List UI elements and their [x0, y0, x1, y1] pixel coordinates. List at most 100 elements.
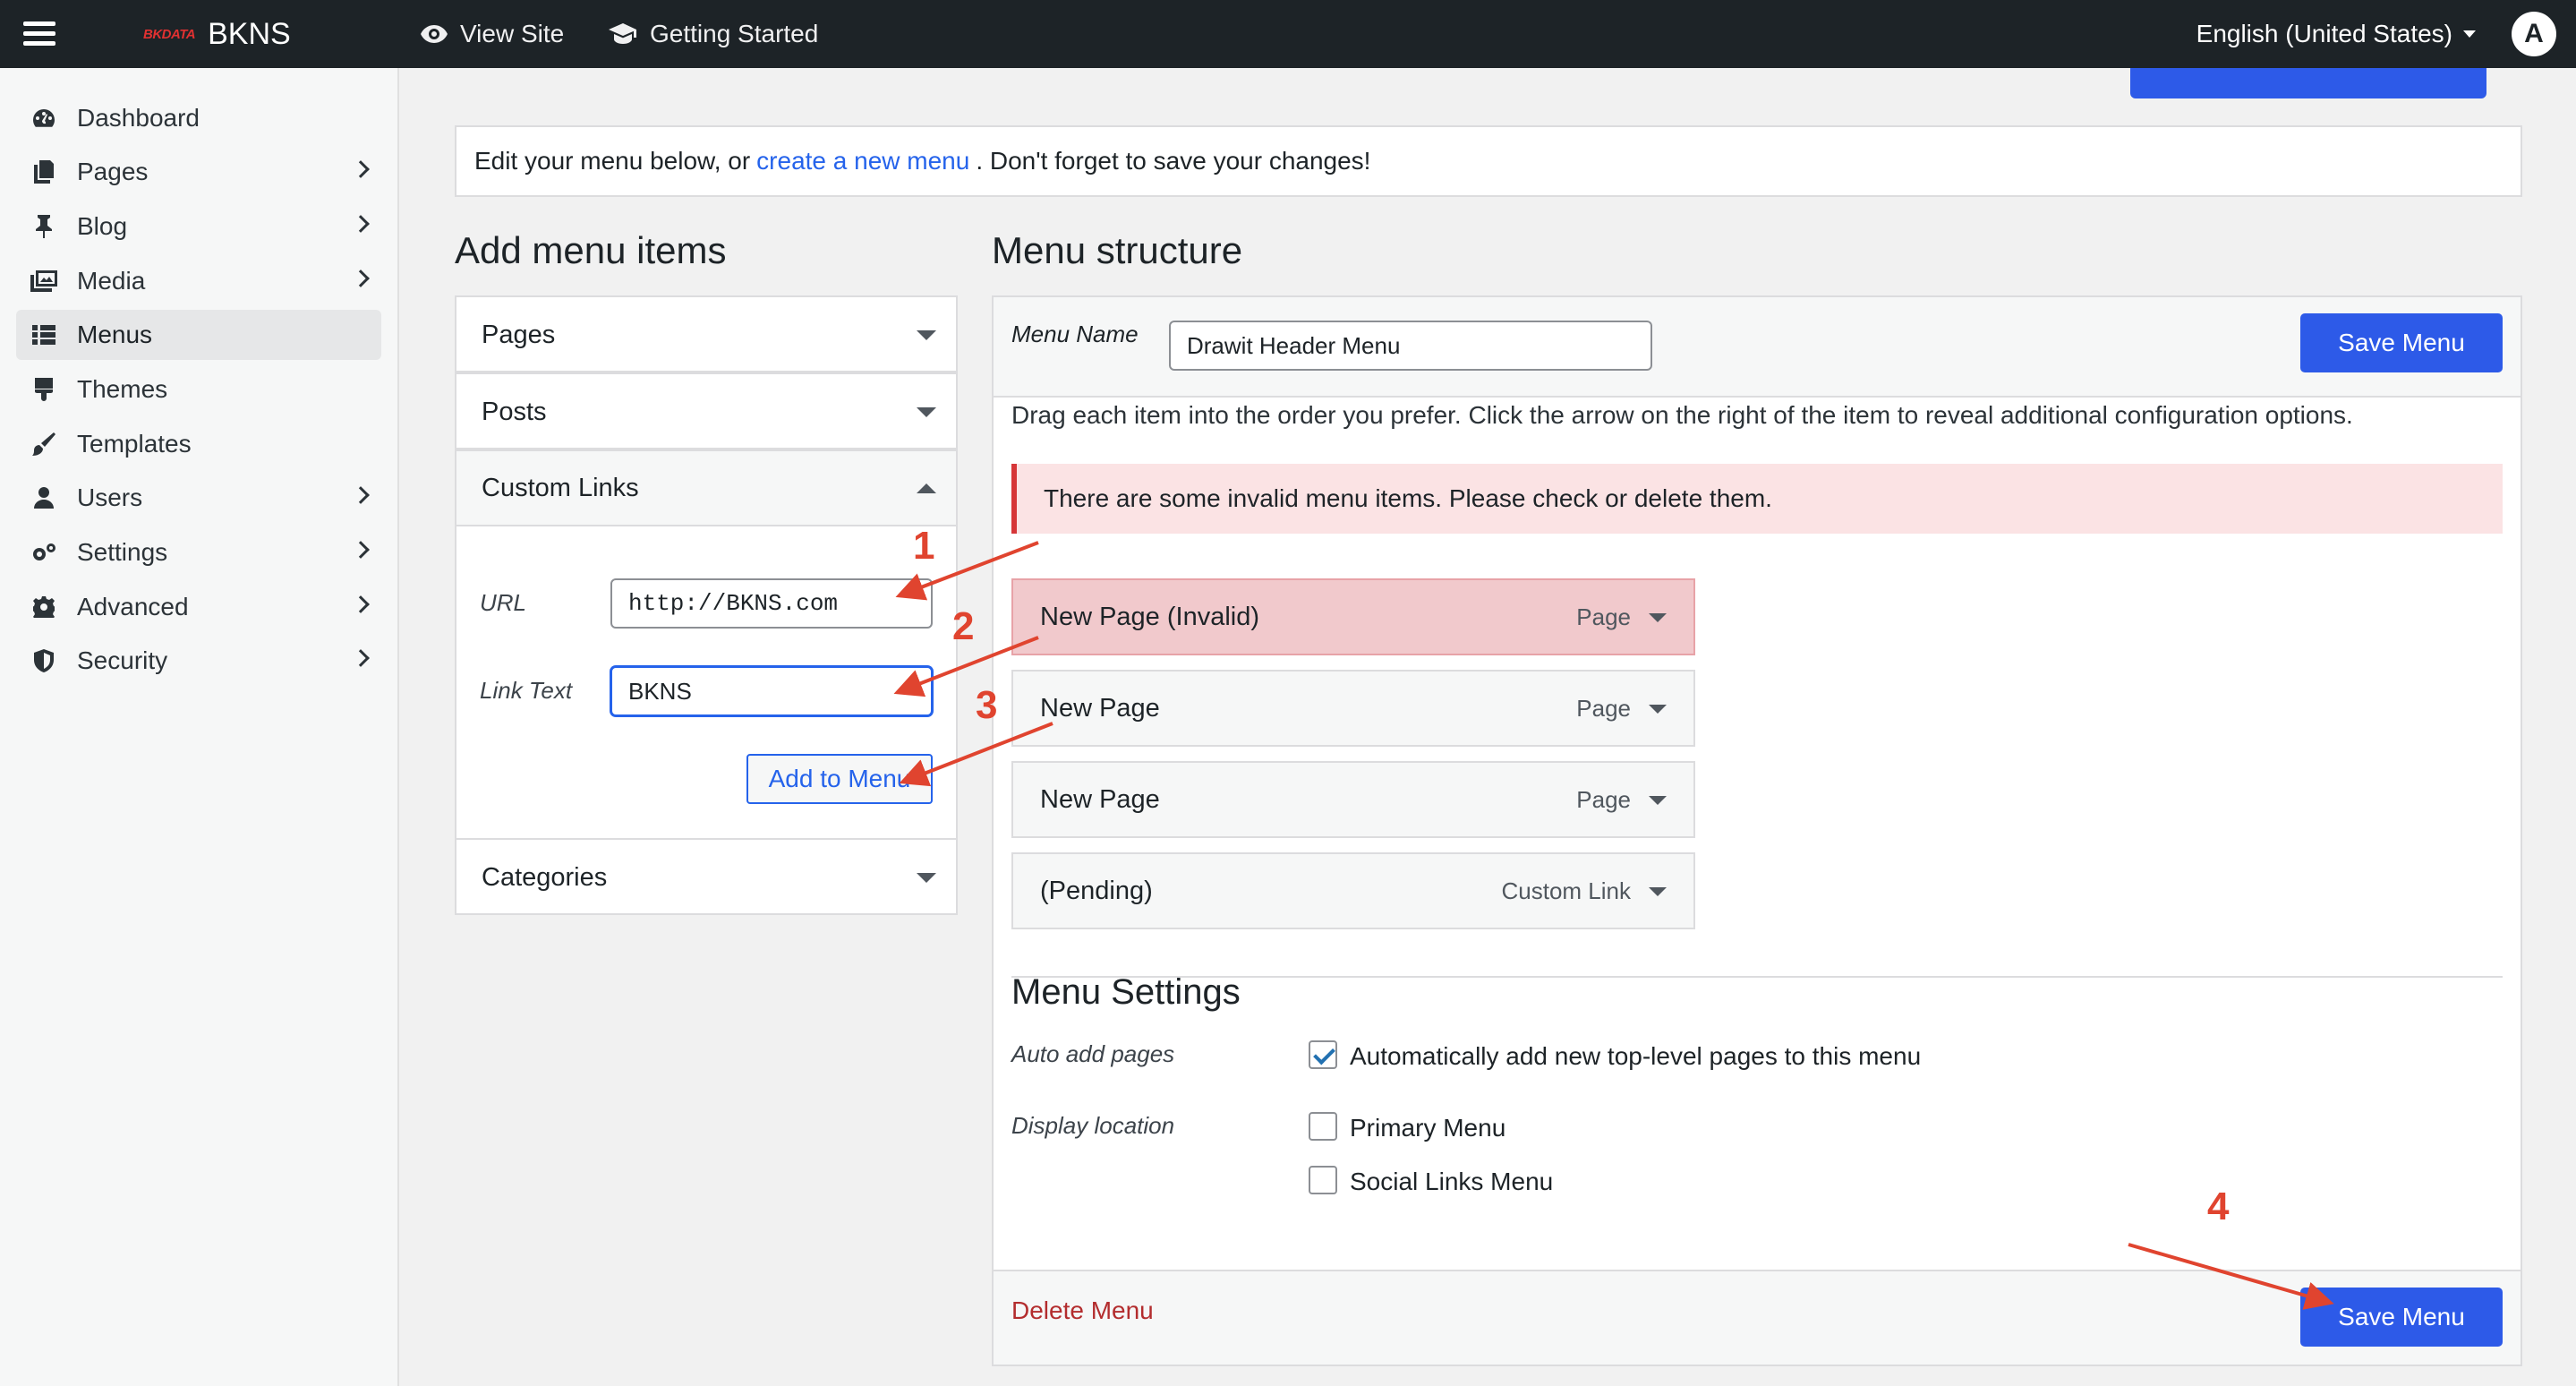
- paintbrush-icon: [29, 429, 59, 459]
- menu-settings-title: Menu Settings: [1011, 972, 1241, 1012]
- sidebar-item-templates[interactable]: Templates: [16, 419, 381, 469]
- menu-toggle-button[interactable]: [23, 0, 59, 68]
- graduation-cap-icon: [609, 23, 636, 44]
- auto-add-pages-checkbox[interactable]: [1309, 1040, 1337, 1069]
- url-input[interactable]: http://BKNS.com: [610, 578, 933, 629]
- add-to-menu-button[interactable]: Add to Menu: [746, 754, 933, 804]
- link-text-input[interactable]: BKNS: [610, 666, 933, 716]
- accordion-custom-links-label: Custom Links: [482, 473, 639, 502]
- chevron-down-icon[interactable]: [1649, 887, 1667, 896]
- menu-item[interactable]: (Pending) Custom Link: [1011, 852, 1695, 929]
- site-brand[interactable]: BKDATA BKNS: [143, 0, 291, 68]
- view-site-label: View Site: [460, 20, 565, 47]
- save-menu-button-top[interactable]: Save Menu: [2300, 313, 2503, 372]
- chevron-down-icon[interactable]: [1649, 705, 1667, 714]
- menu-item[interactable]: New Page (Invalid) Page: [1011, 578, 1695, 655]
- chevron-right-icon: [352, 541, 370, 559]
- sidebar-item-label: Security: [77, 646, 168, 674]
- chevron-down-icon[interactable]: [1649, 796, 1667, 805]
- notice-text-after: . Don't forget to save your changes!: [976, 147, 1371, 175]
- sidebar-item-users[interactable]: Users: [16, 473, 381, 523]
- chevron-up-icon: [917, 483, 936, 493]
- save-menu-button-bottom[interactable]: Save Menu: [2300, 1288, 2503, 1347]
- language-label: English (United States): [2196, 20, 2452, 47]
- menu-structure-title: Menu structure: [992, 229, 1243, 271]
- create-new-menu-link[interactable]: create a new menu: [756, 147, 969, 175]
- sidebar-item-label: Settings: [77, 538, 168, 566]
- site-name: BKNS: [208, 16, 291, 51]
- chevron-down-icon: [917, 873, 936, 883]
- accordion-pages[interactable]: Pages: [455, 295, 958, 372]
- menu-item[interactable]: New Page Page: [1011, 761, 1695, 838]
- chevron-right-icon: [352, 270, 370, 287]
- sidebar-item-menus[interactable]: Menus: [16, 310, 381, 360]
- delete-menu-link[interactable]: Delete Menu: [1011, 1296, 1154, 1325]
- user-avatar[interactable]: A: [2512, 12, 2556, 56]
- accordion-posts-label: Posts: [482, 397, 547, 426]
- menus-icon: [29, 320, 59, 350]
- user-icon: [29, 483, 59, 513]
- menu-name-input[interactable]: Drawit Header Menu: [1169, 321, 1652, 371]
- language-switcher[interactable]: English (United States): [2196, 0, 2476, 68]
- dashboard-icon: [29, 103, 59, 133]
- accordion-categories[interactable]: Categories: [455, 838, 958, 915]
- sidebar-item-label: Blog: [77, 212, 128, 240]
- sidebar-item-themes[interactable]: Themes: [16, 364, 381, 415]
- display-location-label: Display location: [1011, 1112, 1175, 1139]
- sidebar-item-pages[interactable]: Pages: [16, 147, 381, 197]
- gear-icon: [29, 592, 59, 622]
- sidebar-item-advanced[interactable]: Advanced: [16, 582, 381, 632]
- sidebar-item-settings[interactable]: Settings: [16, 527, 381, 578]
- edit-menu-notice: Edit your menu below, or create a new me…: [455, 125, 2522, 197]
- chevron-right-icon: [352, 595, 370, 613]
- sidebar-item-dashboard[interactable]: Dashboard: [16, 93, 381, 143]
- add-menu-items-title: Add menu items: [455, 229, 727, 271]
- menu-item-title: (Pending): [1040, 876, 1153, 905]
- sidebar-item-label: Pages: [77, 158, 149, 185]
- chevron-right-icon: [352, 215, 370, 233]
- accordion-posts[interactable]: Posts: [455, 372, 958, 449]
- sidebar-item-media[interactable]: Media: [16, 256, 381, 306]
- sidebar-item-label: Dashboard: [77, 104, 200, 132]
- menu-structure-footer: [994, 1270, 2521, 1365]
- link-text-label: Link Text: [480, 677, 573, 704]
- menu-item-type: Page: [1576, 785, 1631, 813]
- social-links-menu-option: Social Links Menu: [1350, 1168, 1554, 1195]
- brand-logo: BKDATA: [143, 26, 196, 42]
- chevron-right-icon: [352, 649, 370, 667]
- menu-item-title: New Page: [1040, 784, 1160, 814]
- brush-icon: [29, 374, 59, 405]
- menu-item[interactable]: New Page Page: [1011, 670, 1695, 747]
- view-site-link[interactable]: View Site: [421, 0, 564, 68]
- sidebar-item-blog[interactable]: Blog: [16, 201, 381, 252]
- chevron-down-icon: [917, 407, 936, 417]
- auto-add-pages-label: Auto add pages: [1011, 1040, 1175, 1067]
- hamburger-icon: [23, 21, 55, 47]
- admin-topbar: BKDATA BKNS View Site Getting Started En…: [0, 0, 2576, 68]
- sidebar-item-security[interactable]: Security: [16, 636, 381, 686]
- menu-item-title: New Page: [1040, 693, 1160, 723]
- sidebar-item-label: Themes: [77, 375, 168, 403]
- accordion-categories-label: Categories: [482, 862, 608, 892]
- settings-icon: [29, 537, 59, 568]
- sidebar-item-label: Users: [77, 483, 143, 511]
- notice-text-before: Edit your menu below, or: [474, 147, 751, 175]
- menu-item-type: Page: [1576, 603, 1631, 630]
- accordion-pages-label: Pages: [482, 320, 556, 349]
- menu-item-type: Page: [1576, 694, 1631, 722]
- sidebar-item-label: Advanced: [77, 593, 189, 620]
- top-action-button-partial[interactable]: [2130, 68, 2486, 98]
- eye-icon: [421, 25, 448, 43]
- chevron-down-icon[interactable]: [1649, 613, 1667, 622]
- caret-down-icon: [2463, 30, 2476, 38]
- social-links-menu-checkbox[interactable]: [1309, 1166, 1337, 1194]
- menu-item-type: Custom Link: [1501, 877, 1632, 904]
- primary-menu-checkbox[interactable]: [1309, 1112, 1337, 1141]
- url-label: URL: [480, 589, 527, 616]
- getting-started-link[interactable]: Getting Started: [609, 0, 818, 68]
- accordion-custom-links-header[interactable]: Custom Links: [456, 451, 956, 526]
- menu-item-title: New Page (Invalid): [1040, 602, 1259, 631]
- chevron-right-icon: [352, 486, 370, 504]
- invalid-items-error: There are some invalid menu items. Pleas…: [1011, 464, 2503, 534]
- primary-menu-option: Primary Menu: [1350, 1114, 1506, 1142]
